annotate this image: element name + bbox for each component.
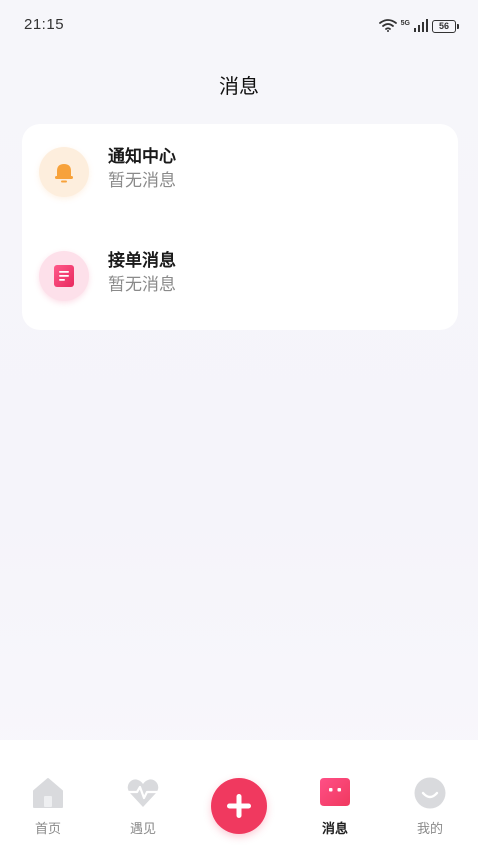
message-icon: [318, 776, 352, 810]
network-label: 5G: [400, 19, 410, 27]
smiley-icon: [413, 776, 447, 810]
status-time: 21:15: [24, 16, 65, 33]
page-title: 消息: [219, 74, 259, 98]
tab-label: 我的: [416, 822, 443, 837]
tab-label: 首页: [34, 822, 61, 837]
notification-center-text: 通知中心 暂无消息: [108, 146, 176, 192]
message-title: 接单消息: [108, 251, 176, 271]
tab-label: 消息: [321, 822, 348, 837]
message-subtitle: 暂无消息: [108, 275, 176, 295]
bottom-tab-bar: 首页 遇见 消息 我的: [0, 740, 478, 850]
message-subtitle: 暂无消息: [108, 171, 176, 191]
tab-label: 遇见: [129, 822, 156, 837]
bell-icon: [39, 147, 89, 197]
tab-messages[interactable]: 消息: [300, 776, 370, 840]
home-icon: [31, 776, 65, 810]
order-messages-text: 接单消息 暂无消息: [108, 250, 176, 296]
tab-home[interactable]: 首页: [13, 776, 83, 840]
wifi-icon: [378, 17, 397, 36]
battery-icon: 56: [432, 19, 459, 33]
tab-mine[interactable]: 我的: [395, 776, 465, 840]
heartbeat-icon: [126, 776, 160, 810]
message-list-card: 通知中心 暂无消息 接单消息 暂无消息: [22, 124, 458, 330]
tab-meet[interactable]: 遇见: [108, 776, 178, 840]
add-button[interactable]: [211, 778, 267, 834]
order-messages-item[interactable]: 接单消息 暂无消息: [22, 236, 458, 316]
document-icon: [39, 251, 89, 301]
plus-icon: [227, 794, 251, 818]
status-icons: 5G 56: [378, 16, 459, 36]
status-bar: 21:15 5G 56: [0, 0, 478, 50]
message-title: 通知中心: [108, 147, 176, 167]
signal-icon: [414, 17, 428, 36]
notification-center-item[interactable]: 通知中心 暂无消息: [22, 132, 458, 212]
